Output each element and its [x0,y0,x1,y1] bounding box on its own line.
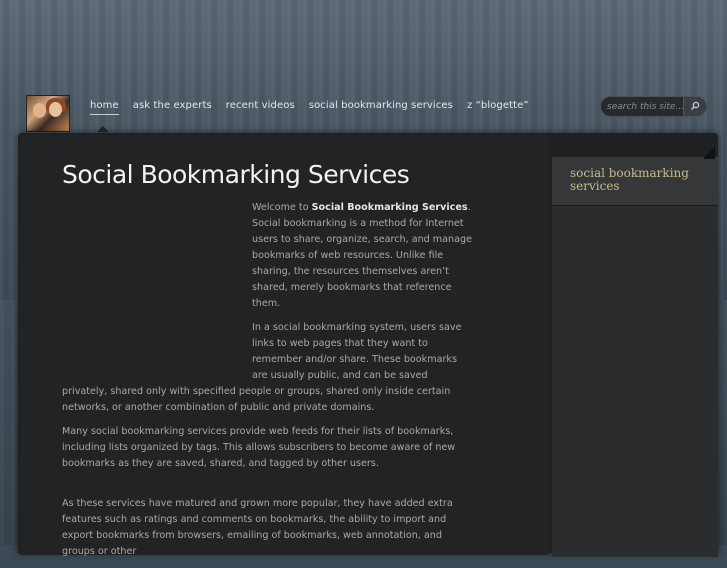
intro-rest: . Social bookmarking is a method for Int… [252,202,472,309]
search-input[interactable] [607,99,685,114]
sidebar-heading[interactable]: social bookmarking services [570,167,708,193]
sidebar: social bookmarking services [552,157,718,557]
nav-item-social-bookmarking-services[interactable]: social bookmarking services [309,100,453,115]
intro-lead: Welcome to [252,202,312,213]
site-name-bold: Social Bookmarking Services [311,202,468,213]
search-box [600,96,707,117]
nav-item-blogette[interactable]: z “blogette” [467,100,529,115]
nav-item-recent-videos[interactable]: recent videos [226,100,295,115]
paragraph-4: As these services have matured and grown… [62,498,453,557]
active-nav-indicator [97,126,109,132]
search-button[interactable] [683,97,706,116]
nav-item-home[interactable]: home [90,100,119,115]
site-avatar[interactable] [26,95,70,132]
paragraph-3: Many social bookmarking services provide… [62,426,456,469]
search-icon [690,101,700,111]
page-title: Social Bookmarking Services [62,160,410,189]
panel-corner-fold [703,147,715,159]
image-placeholder [62,200,252,380]
sidebar-heading-box: social bookmarking services [552,157,718,206]
avatar-face-woman [49,102,62,117]
main-navigation: home ask the experts recent videos socia… [90,100,529,115]
nav-item-ask-the-experts[interactable]: ask the experts [133,100,212,115]
avatar-face-man [33,103,46,118]
article-body: Welcome to Social Bookmarking Services. … [62,200,472,568]
